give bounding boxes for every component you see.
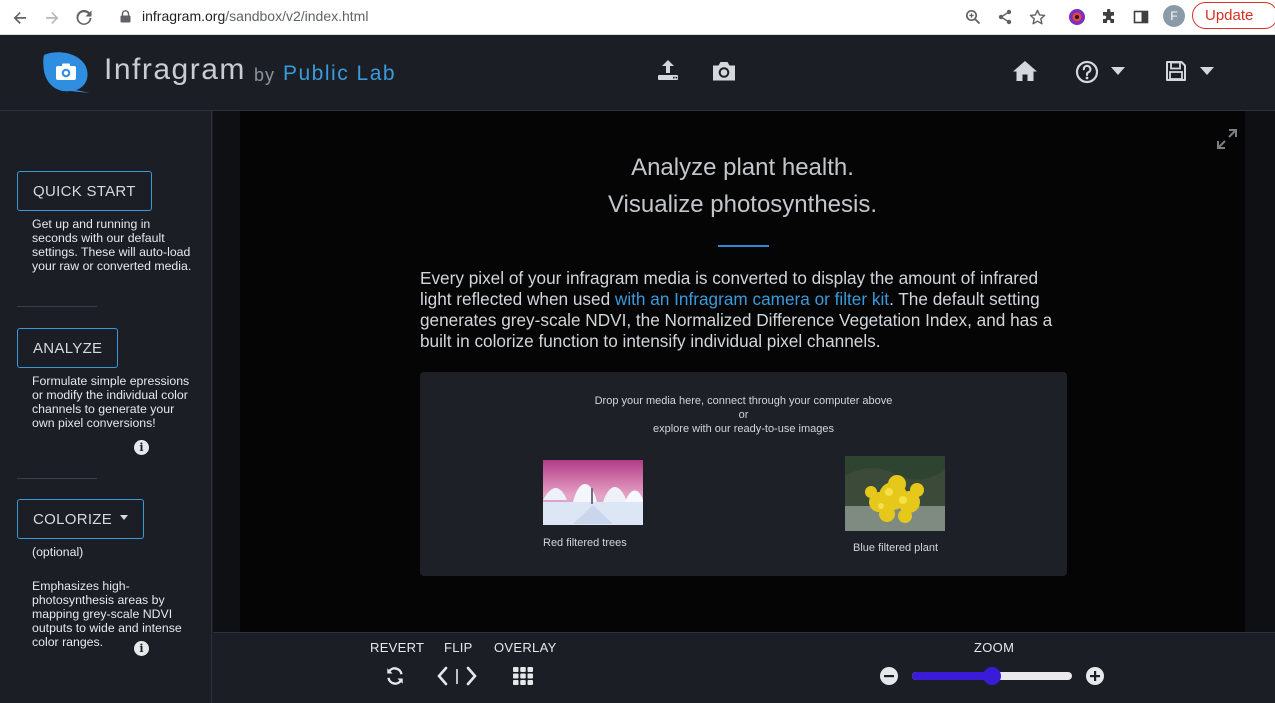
save-icon[interactable] <box>1164 59 1188 83</box>
revert-icon[interactable] <box>384 665 406 687</box>
update-button[interactable]: Update <box>1192 2 1275 29</box>
zoom-out-icon[interactable] <box>880 667 898 685</box>
analyze-info-icon[interactable]: i <box>134 440 149 455</box>
fullscreen-expand-icon[interactable] <box>1216 128 1238 150</box>
home-icon[interactable] <box>1012 59 1038 83</box>
sample-image-blue-plant[interactable] <box>845 456 945 531</box>
headline-line2: Visualize photosynthesis. <box>607 191 878 218</box>
bookmark-star-icon[interactable] <box>1024 4 1050 30</box>
upload-icon[interactable] <box>656 58 680 82</box>
colorize-description: Emphasizes high-photosynthesis areas by … <box>32 579 182 649</box>
sidebar-divider <box>17 478 97 479</box>
share-icon[interactable] <box>992 4 1018 30</box>
sample-image-red-trees[interactable] <box>543 460 643 525</box>
overlay-label: OVERLAY <box>494 640 557 655</box>
intro-paragraph: Every pixel of your infragram media is c… <box>420 268 1070 352</box>
profile-avatar[interactable]: F <box>1163 5 1185 27</box>
back-icon[interactable] <box>7 5 33 31</box>
url-host: infragram.org <box>142 8 226 24</box>
flip-icon[interactable] <box>433 665 481 687</box>
zoom-slider-thumb[interactable] <box>983 667 1001 685</box>
drop-explore: explore with our ready-to-use images <box>653 423 834 435</box>
sample-caption-blue-plant[interactable]: Blue filtered plant <box>853 542 938 554</box>
brand-org-link[interactable]: Public Lab <box>283 62 396 86</box>
url-path: /sandbox/v2/index.html <box>225 8 369 24</box>
app-header: Infragram by Public Lab <box>0 35 1275 111</box>
camera-kit-link[interactable]: with an Infragram camera or filter kit <box>615 289 889 309</box>
analyze-button[interactable]: ANALYZE <box>17 328 119 368</box>
overlay-grid-icon[interactable] <box>512 665 534 687</box>
analyze-description: Formulate simple epressions or modify th… <box>32 374 190 430</box>
revert-label: REVERT <box>370 640 425 655</box>
camera-icon[interactable] <box>711 60 737 82</box>
extension-color-icon[interactable] <box>1064 4 1090 30</box>
media-drop-zone[interactable]: Drop your media here, connect through yo… <box>420 372 1067 576</box>
drop-or: or <box>738 409 749 421</box>
forward-icon[interactable] <box>39 5 65 31</box>
lock-icon <box>118 9 132 23</box>
help-dropdown-caret-icon[interactable] <box>1109 65 1127 77</box>
zoom-slider-fill <box>912 672 992 680</box>
infragram-leaf-logo-icon[interactable] <box>40 51 92 93</box>
sample-caption-red-trees[interactable]: Red filtered trees <box>543 537 627 549</box>
zoom-lens-icon[interactable] <box>960 4 986 30</box>
flip-label: FLIP <box>444 640 473 655</box>
colorize-caret-icon <box>120 514 129 520</box>
brand-title[interactable]: Infragram <box>104 53 246 87</box>
help-icon[interactable] <box>1075 60 1099 84</box>
headline-line1: Analyze plant health. <box>631 154 854 181</box>
url-text: infragram.org/sandbox/v2/index.html <box>142 8 368 24</box>
zoom-in-icon[interactable] <box>1086 667 1104 685</box>
drop-instructions: Drop your media here, connect through yo… <box>594 395 893 407</box>
side-panel-icon[interactable] <box>1128 4 1154 30</box>
save-dropdown-caret-icon[interactable] <box>1198 65 1216 77</box>
headline-underline <box>718 245 769 247</box>
brand-by: by <box>254 65 276 85</box>
colorize-info-icon[interactable]: i <box>134 641 149 656</box>
quick-start-button[interactable]: QUICK START <box>17 171 152 211</box>
colorize-dropdown-button[interactable]: COLORIZE <box>17 499 145 539</box>
reload-icon[interactable] <box>71 5 97 31</box>
colorize-label: COLORIZE <box>33 510 113 528</box>
zoom-label: ZOOM <box>974 640 1015 655</box>
extensions-puzzle-icon[interactable] <box>1096 4 1122 30</box>
sidebar-divider <box>17 306 97 307</box>
quick-start-description: Get up and running in seconds with our d… <box>32 217 192 273</box>
colorize-optional-note: (optional) <box>32 545 84 559</box>
address-bar[interactable]: infragram.org/sandbox/v2/index.html <box>108 2 1058 30</box>
browser-chrome: infragram.org/sandbox/v2/index.html F Up… <box>0 0 1275 35</box>
